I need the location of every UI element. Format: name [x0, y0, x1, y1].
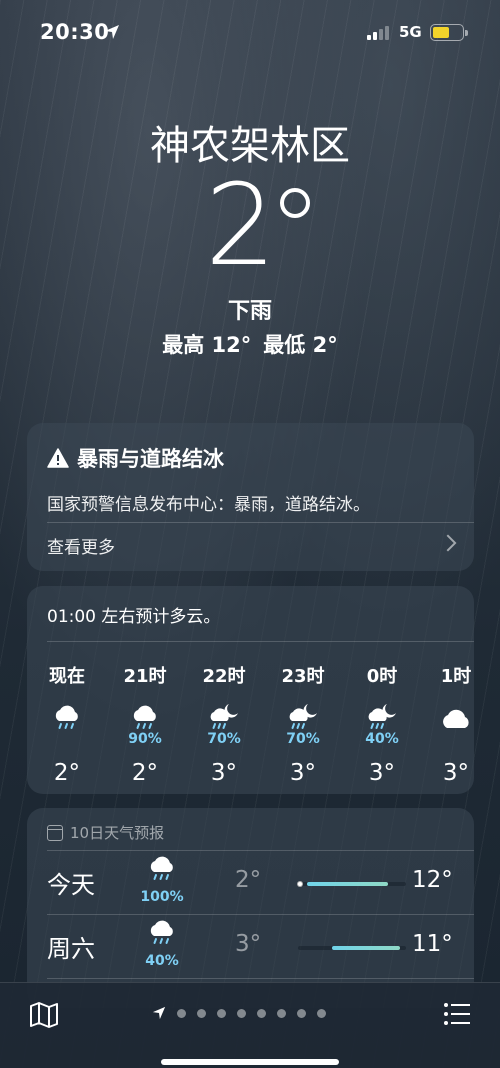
- rain-moon-cloud-icon: [268, 686, 338, 730]
- warning-triangle-icon: [47, 448, 69, 468]
- chevron-right-icon: [439, 534, 457, 552]
- precip-chance: 40%: [145, 953, 179, 969]
- precip-chance: 90%: [128, 731, 162, 747]
- hour-temp: 2°: [53, 760, 81, 786]
- status-bar: 20:30 5G: [0, 0, 500, 66]
- hour-temp: 3°: [210, 760, 238, 786]
- hour-item: 22时 70% 3°: [189, 662, 259, 786]
- temp-range-bar: [298, 946, 406, 950]
- page-dot[interactable]: [257, 1008, 266, 1018]
- battery-icon: [430, 24, 468, 41]
- page-dot[interactable]: [277, 1008, 286, 1018]
- hour-item: 1时 3°: [421, 662, 491, 786]
- precip-chance: 40%: [365, 731, 399, 747]
- alert-see-more-link[interactable]: 查看更多: [47, 533, 115, 558]
- day-name: 周六: [47, 935, 95, 963]
- rain-moon-cloud-icon: [347, 686, 417, 730]
- ten-day-forecast-card[interactable]: 10日天气预报 今天 100% 2° 12° 周六 40% 3° 11°: [27, 808, 474, 1008]
- day-high: 12°: [412, 867, 453, 893]
- precip-chance: 100%: [140, 889, 184, 905]
- rain-cloud-icon: 40%: [137, 919, 187, 969]
- high-temp: 最高 12°: [162, 333, 252, 357]
- hour-item: 21时 90% 2°: [110, 662, 180, 786]
- current-temp-marker: [297, 881, 303, 887]
- current-condition: 下雨: [227, 299, 272, 324]
- hour-label: 23时: [281, 666, 325, 687]
- hour-label: 0时: [366, 666, 398, 687]
- location-arrow-icon[interactable]: [152, 1006, 166, 1020]
- day-low: 2°: [235, 867, 262, 893]
- list-icon[interactable]: [443, 1001, 471, 1027]
- calendar-icon: [47, 824, 63, 841]
- hour-label: 22时: [202, 666, 246, 687]
- low-temp: 最低 2°: [263, 333, 338, 357]
- daily-header: 10日天气预报: [47, 822, 164, 843]
- hourly-summary: 01:00 左右预计多云。: [47, 607, 221, 627]
- map-icon[interactable]: [29, 1001, 59, 1029]
- page-dot[interactable]: [297, 1008, 306, 1018]
- day-row[interactable]: 周六 40% 3° 11°: [27, 915, 474, 979]
- hour-temp: 3°: [442, 760, 470, 786]
- alert-body: 国家预警信息发布中心：暴雨，道路结冰。: [47, 495, 370, 515]
- precip-chance: 70%: [207, 731, 241, 747]
- hour-label: 现在: [49, 666, 85, 687]
- location-arrow-icon: [105, 25, 119, 39]
- page-dot[interactable]: [217, 1008, 226, 1018]
- day-low: 3°: [235, 931, 262, 957]
- rain-moon-cloud-icon: [189, 686, 259, 730]
- precip-chance: 70%: [286, 731, 320, 747]
- divider: [47, 641, 474, 642]
- day-name: 今天: [47, 871, 95, 899]
- hourly-forecast-card[interactable]: 01:00 左右预计多云。 现在 2° 21时 90% 2° 22时 70% 3…: [27, 586, 474, 794]
- current-temperature: 2: [205, 161, 277, 291]
- signal-strength-icon: [367, 26, 389, 40]
- hour-temp: 3°: [368, 760, 396, 786]
- page-indicator[interactable]: [152, 1006, 326, 1020]
- page-dot[interactable]: [197, 1008, 206, 1018]
- bottom-toolbar: [0, 982, 500, 1068]
- rain-cloud-icon: [110, 686, 180, 730]
- status-time: 20:30: [40, 20, 110, 44]
- precip-chance: [32, 730, 102, 748]
- network-type: 5G: [399, 23, 422, 41]
- rain-cloud-icon: [32, 686, 102, 730]
- high-low-temps: 最高 12° 最低 2°: [0, 329, 500, 359]
- hour-temp: 2°: [131, 760, 159, 786]
- weather-alert-card[interactable]: 暴雨与道路结冰 国家预警信息发布中心：暴雨，道路结冰。 查看更多: [27, 423, 474, 571]
- day-row[interactable]: 今天 100% 2° 12°: [27, 851, 474, 915]
- hour-item: 23时 70% 3°: [268, 662, 338, 786]
- page-dot[interactable]: [177, 1008, 186, 1018]
- degree-symbol: [280, 188, 310, 218]
- daily-header-text: 10日天气预报: [70, 824, 165, 842]
- precip-chance: [421, 730, 491, 748]
- hour-temp: 3°: [289, 760, 317, 786]
- rain-cloud-icon: 100%: [137, 855, 187, 905]
- hour-item: 0时 40% 3°: [347, 662, 417, 786]
- day-high: 11°: [412, 931, 453, 957]
- alert-title-text: 暴雨与道路结冰: [77, 447, 224, 471]
- divider: [47, 522, 474, 523]
- hour-label: 1时: [440, 666, 472, 687]
- home-indicator[interactable]: [161, 1059, 339, 1065]
- cloud-icon: [421, 686, 491, 730]
- temp-range-bar: [297, 881, 406, 887]
- hour-label: 21时: [123, 666, 167, 687]
- page-dot[interactable]: [237, 1008, 246, 1018]
- alert-title: 暴雨与道路结冰: [47, 443, 224, 473]
- hour-item: 现在 2°: [32, 662, 102, 786]
- page-dot[interactable]: [317, 1008, 326, 1018]
- divider: [47, 978, 474, 979]
